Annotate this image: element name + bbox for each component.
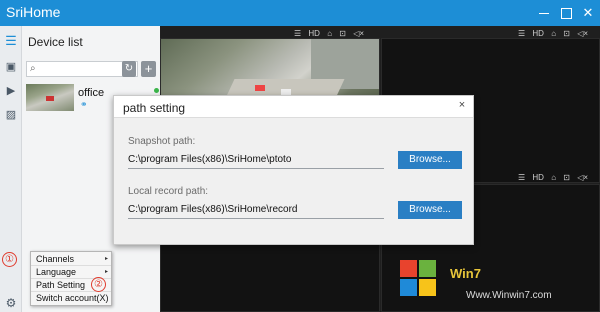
menu-item-label: Language xyxy=(36,267,77,277)
record-path-field[interactable]: C:\program Files(x86)\SriHome\record xyxy=(128,204,384,219)
snapshot-icon[interactable]: ⊡ xyxy=(339,29,346,38)
device-list-header: Device list xyxy=(28,35,83,49)
video-toolbar: ☰ HD ⌂ ⊡ ◁× xyxy=(518,172,593,184)
device-name: office xyxy=(78,87,105,99)
search-icon: ⌕ xyxy=(30,63,36,74)
snapshot-path-label: Snapshot path: xyxy=(128,136,196,147)
submenu-arrow-icon: ▸ xyxy=(105,256,109,262)
playback-icon[interactable]: ▶ xyxy=(0,82,22,100)
mute-icon[interactable]: ◁× xyxy=(577,29,588,38)
device-thumbnail xyxy=(26,84,74,111)
video-toolbar: ☰ HD ⌂ ⊡ ◁× xyxy=(294,28,369,40)
add-device-button[interactable]: + xyxy=(141,61,156,77)
app-title: SriHome xyxy=(6,4,61,20)
path-setting-dialog: path setting × Snapshot path: C:\program… xyxy=(113,95,474,245)
menu-item-channels[interactable]: Channels ▸ xyxy=(31,253,111,266)
record-icon[interactable]: ⌂ xyxy=(551,173,556,182)
menu-item-label: Channels xyxy=(36,254,75,264)
link-icon: ⚭ xyxy=(80,99,88,109)
menu-item-switch-account[interactable]: Switch account(X) xyxy=(31,292,111,305)
close-window-icon[interactable]: ✕ xyxy=(576,0,600,26)
minimize-icon[interactable] xyxy=(532,0,556,26)
menu-icon[interactable]: ☰ xyxy=(0,32,22,50)
settings-gear-icon[interactable]: ⚙ xyxy=(0,294,22,312)
mute-icon[interactable]: ◁× xyxy=(577,173,588,182)
hd-toggle[interactable]: HD xyxy=(532,29,544,38)
dialog-title: path setting xyxy=(123,101,186,115)
menu-item-label: Switch account(X) xyxy=(36,293,109,303)
hd-toggle[interactable]: HD xyxy=(532,173,544,182)
camera-icon[interactable]: ▣ xyxy=(0,58,22,76)
submenu-arrow-icon: ▸ xyxy=(105,269,109,275)
record-icon[interactable]: ⌂ xyxy=(327,29,332,38)
watermark-url: Www.Winwin7.com xyxy=(466,290,552,301)
annotation-marker-1: ① xyxy=(2,252,17,267)
image-icon[interactable]: ▨ xyxy=(0,106,22,124)
record-icon[interactable]: ⌂ xyxy=(551,29,556,38)
hd-toggle[interactable]: HD xyxy=(308,29,320,38)
dialog-title-bar: path setting × xyxy=(114,96,473,118)
watermark-text: Win7 xyxy=(450,266,481,281)
title-bar: SriHome ✕ xyxy=(0,0,600,26)
refresh-button[interactable]: ↻ xyxy=(122,61,136,77)
menu-item-label: Path Setting xyxy=(36,280,86,290)
annotation-marker-2: ② xyxy=(91,277,106,292)
nav-rail: ☰ ▣ ▶ ▨ ⚙ xyxy=(0,26,22,312)
snapshot-icon[interactable]: ⊡ xyxy=(563,29,570,38)
browse-record-button[interactable]: Browse... xyxy=(398,201,462,219)
online-status-dot xyxy=(154,88,159,93)
layout-icon[interactable]: ☰ xyxy=(294,29,301,38)
layout-icon[interactable]: ☰ xyxy=(518,173,525,182)
layout-icon[interactable]: ☰ xyxy=(518,29,525,38)
mute-icon[interactable]: ◁× xyxy=(353,29,364,38)
close-icon[interactable]: × xyxy=(454,97,470,113)
record-path-label: Local record path: xyxy=(128,186,209,197)
browse-snapshot-button[interactable]: Browse... xyxy=(398,151,462,169)
snapshot-path-field[interactable]: C:\program Files(x86)\SriHome\ptoto xyxy=(128,154,384,169)
maximize-icon[interactable] xyxy=(554,0,578,26)
snapshot-icon[interactable]: ⊡ xyxy=(563,173,570,182)
windows-logo-icon xyxy=(400,260,440,300)
video-toolbar: ☰ HD ⌂ ⊡ ◁× xyxy=(518,28,593,40)
